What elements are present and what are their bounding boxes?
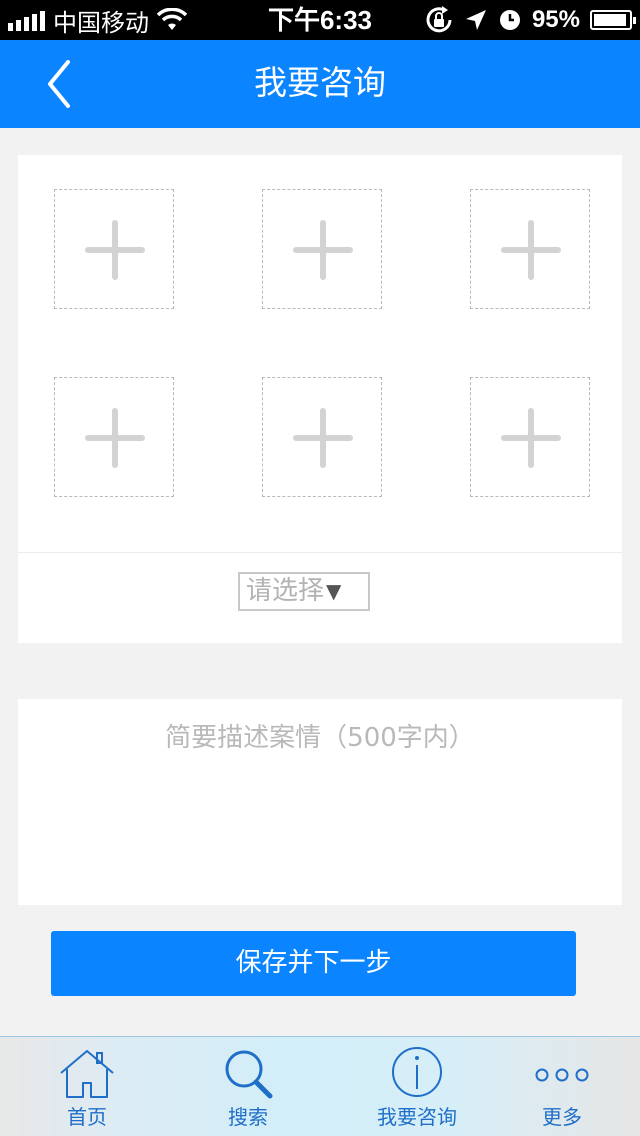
- tab-consult[interactable]: 我要咨询: [357, 1037, 477, 1136]
- add-photo-button[interactable]: [262, 377, 382, 497]
- nav-bar: 我要咨询: [0, 40, 640, 128]
- battery-icon: [590, 10, 636, 30]
- description-textarea[interactable]: 简要描述案情（500字内）: [18, 699, 622, 905]
- tab-label: 我要咨询: [377, 1105, 457, 1129]
- tab-home[interactable]: 首页: [27, 1037, 147, 1136]
- add-photo-button[interactable]: [470, 377, 590, 497]
- add-photo-button[interactable]: [54, 189, 174, 309]
- divider: [18, 552, 622, 553]
- plus-icon: [85, 408, 145, 468]
- status-right: 95%: [424, 0, 636, 40]
- battery-fill: [594, 14, 627, 26]
- plus-icon: [85, 220, 145, 280]
- description-placeholder: 简要描述案情（500字内）: [165, 723, 475, 753]
- status-bar: 中国移动 下午6:33 95%: [0, 0, 640, 40]
- add-photo-button[interactable]: [262, 189, 382, 309]
- tab-label: 搜索: [228, 1105, 268, 1129]
- rotation-lock-icon: [426, 6, 452, 33]
- add-photo-button[interactable]: [470, 189, 590, 309]
- tab-more[interactable]: 更多: [502, 1037, 622, 1136]
- more-icon: [535, 1068, 589, 1082]
- tab-search[interactable]: 搜索: [188, 1037, 308, 1136]
- page-title: 我要咨询: [254, 63, 386, 102]
- dropdown-arrow-icon: ▼: [326, 579, 342, 603]
- location-arrow-icon: [465, 10, 486, 30]
- search-icon: [225, 1050, 273, 1099]
- add-photo-button[interactable]: [54, 377, 174, 497]
- photo-upload-panel: 请选择 ▼: [18, 155, 622, 643]
- plus-icon: [501, 220, 561, 280]
- tab-bar: 首页 搜索 我要咨询 更多: [0, 1036, 640, 1136]
- category-select[interactable]: 请选择 ▼: [238, 572, 370, 611]
- category-select-value: 请选择: [246, 576, 325, 606]
- plus-icon: [293, 220, 353, 280]
- home-icon: [60, 1050, 114, 1098]
- battery-percent: 95%: [531, 6, 580, 33]
- save-next-button[interactable]: 保存并下一步: [51, 931, 576, 996]
- plus-icon: [293, 408, 353, 468]
- alarm-clock-icon: [499, 10, 520, 30]
- plus-icon: [501, 408, 561, 468]
- tab-label: 更多: [542, 1105, 582, 1129]
- info-icon: [392, 1047, 442, 1097]
- tab-label: 首页: [67, 1105, 107, 1129]
